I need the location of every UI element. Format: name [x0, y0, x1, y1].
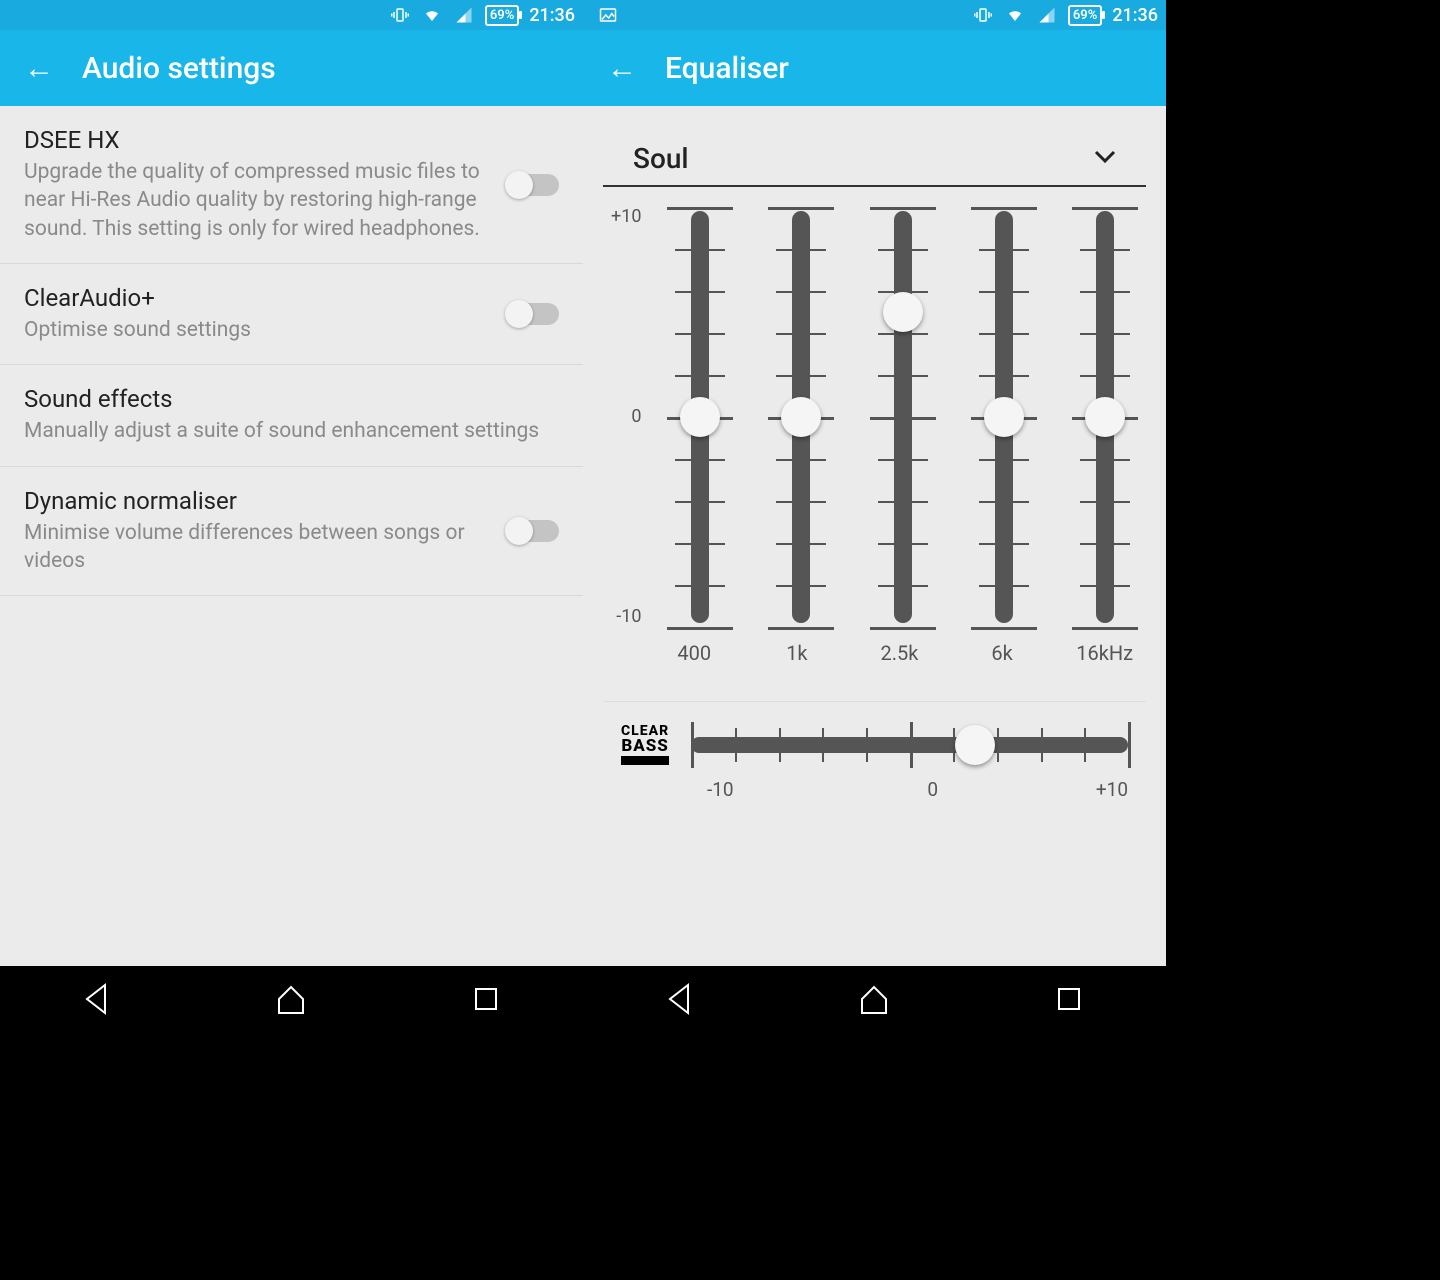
clearbass-slider[interactable] — [691, 722, 1128, 768]
wifi-icon — [1004, 6, 1026, 24]
toggle-switch[interactable] — [507, 174, 559, 196]
wifi-icon — [421, 6, 443, 24]
clearbass-logo: CLEAR BASS — [621, 724, 669, 767]
eq-y-axis: +10 0 -10 — [611, 207, 649, 627]
page-title: Equaliser — [665, 51, 789, 86]
setting-desc: Upgrade the quality of compressed music … — [24, 158, 497, 243]
nav-back-button[interactable] — [662, 981, 698, 1021]
setting-desc: Manually adjust a suite of sound enhance… — [24, 417, 549, 445]
nav-recent-button[interactable] — [1051, 981, 1087, 1021]
signal-icon — [453, 6, 475, 24]
signal-icon — [1036, 6, 1058, 24]
equaliser-screen: 69% 21:36 ← Equaliser Soul +10 0 -10 — [583, 0, 1166, 1036]
status-bar: 69% 21:36 — [0, 0, 583, 30]
clock: 21:36 — [529, 5, 575, 26]
setting-row-0[interactable]: DSEE HX Upgrade the quality of compressed… — [0, 106, 583, 264]
image-icon — [597, 6, 619, 24]
audio-settings-screen: 69% 21:36 ← Audio settings DSEE HX Upgrad… — [0, 0, 583, 1036]
nav-bar — [0, 966, 583, 1036]
toggle-switch[interactable] — [507, 303, 559, 325]
setting-title: ClearAudio+ — [24, 284, 497, 312]
setting-title: Sound effects — [24, 385, 549, 413]
setting-desc: Optimise sound settings — [24, 316, 497, 344]
clock: 21:36 — [1112, 5, 1158, 26]
setting-title: Dynamic normaliser — [24, 487, 497, 515]
nav-bar — [583, 966, 1166, 1036]
title-bar: ← Equaliser — [583, 30, 1166, 106]
nav-home-button[interactable] — [273, 981, 309, 1021]
setting-row-2[interactable]: Sound effects Manually adjust a suite of … — [0, 365, 583, 466]
eq-band-16kHz[interactable] — [1060, 207, 1150, 627]
setting-desc: Minimise volume differences between song… — [24, 519, 497, 576]
back-button[interactable]: ← — [607, 51, 637, 86]
eq-band-400[interactable] — [655, 207, 745, 627]
eq-band-2.5k[interactable] — [858, 207, 948, 627]
nav-back-button[interactable] — [79, 981, 115, 1021]
title-bar: ← Audio settings — [0, 30, 583, 106]
nav-recent-button[interactable] — [468, 981, 504, 1021]
nav-home-button[interactable] — [856, 981, 892, 1021]
battery-indicator: 69% — [1068, 5, 1102, 26]
preset-label: Soul — [633, 142, 689, 175]
setting-title: DSEE HX — [24, 126, 497, 154]
vibrate-icon — [389, 6, 411, 24]
toggle-switch[interactable] — [507, 520, 559, 542]
clearbass-panel: CLEAR BASS -10 0 +10 — [603, 701, 1146, 813]
eq-x-axis: 4001k2.5k6k16kHz — [593, 627, 1156, 665]
back-button[interactable]: ← — [24, 51, 54, 86]
clearbass-labels: -10 0 +10 — [621, 768, 1128, 801]
chevron-down-icon — [1094, 149, 1116, 168]
page-title: Audio settings — [82, 51, 276, 86]
status-bar: 69% 21:36 — [583, 0, 1166, 30]
setting-row-3[interactable]: Dynamic normaliser Minimise volume differ… — [0, 467, 583, 597]
preset-dropdown[interactable]: Soul — [603, 106, 1146, 187]
eq-band-1k[interactable] — [756, 207, 846, 627]
setting-row-1[interactable]: ClearAudio+ Optimise sound settings — [0, 264, 583, 365]
eq-band-6k[interactable] — [959, 207, 1049, 627]
vibrate-icon — [972, 6, 994, 24]
battery-indicator: 69% — [485, 5, 519, 26]
